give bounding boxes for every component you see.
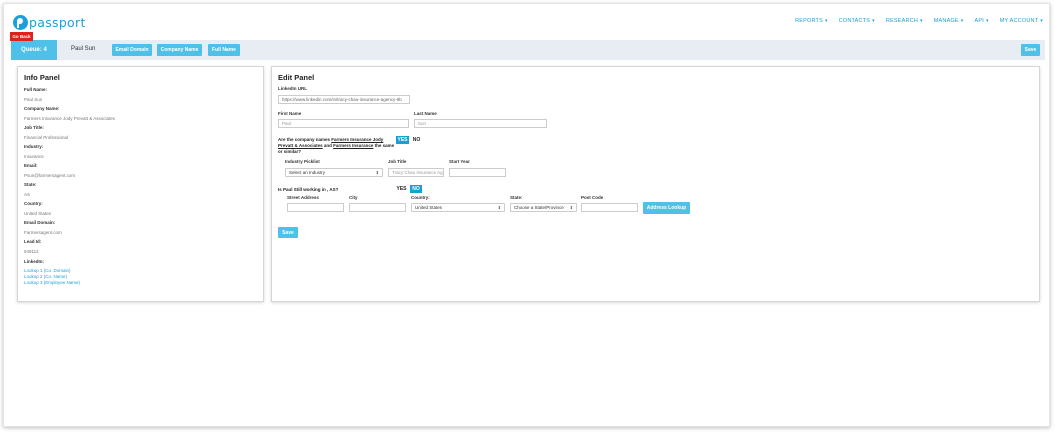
linkedin-label: LinkedIn:	[24, 259, 44, 264]
industry-value: Insurance	[24, 154, 44, 159]
post-code-label: Post Code	[581, 195, 604, 200]
state-select-value: Choose a State/Province	[514, 205, 564, 210]
job-title-value: Financial Professional	[24, 135, 69, 140]
still-working-yes-button[interactable]: YES	[395, 185, 408, 193]
street-address-label: Street Address	[287, 195, 319, 200]
post-code-input[interactable]	[581, 203, 638, 212]
company-match-yes-button[interactable]: YES	[396, 136, 409, 144]
country-label: Country:	[411, 195, 430, 200]
last-name-input[interactable]: Sun	[414, 119, 547, 128]
company-q-prefix: Are the company names	[278, 137, 332, 142]
company-name-label: Company Name:	[24, 106, 60, 111]
info-panel-title: Info Panel	[24, 73, 60, 82]
caret-down-icon: ▾	[872, 18, 875, 24]
last-name-label: Last Name	[414, 111, 437, 116]
company-name-button[interactable]: Company Name	[157, 44, 202, 56]
lead-id-label: Lead Id:	[24, 239, 42, 244]
main-nav: REPORTS ▾ CONTACTS ▾ RESEARCH ▾ MANAGE ▾ API…	[795, 18, 1043, 24]
nav-my-account[interactable]: MY ACCOUNT ▾	[1000, 18, 1043, 24]
brand-name: passport	[29, 14, 86, 30]
email-domain-button[interactable]: Email Domain	[112, 44, 152, 56]
company-q-name2: Farmers Insurance	[333, 143, 374, 148]
company-match-no-button[interactable]: NO	[411, 136, 422, 144]
email-value: Psun@farmersagent.com	[24, 173, 76, 178]
linkedin-url-input[interactable]: https://www.linkedin.com/in/tracy-chau-i…	[278, 95, 410, 104]
start-year-input[interactable]	[449, 168, 506, 177]
city-input[interactable]	[349, 203, 406, 212]
state-value: AS	[24, 192, 31, 197]
job-title-label: Job Title	[388, 159, 407, 164]
nav-api[interactable]: API ▾	[975, 18, 989, 24]
go-back-button[interactable]: Go Back	[10, 32, 33, 41]
caret-down-icon: ▾	[960, 18, 964, 24]
job-title-label: Job Title:	[24, 125, 44, 130]
full-name-value: Paul Sun	[24, 97, 43, 102]
nav-reports[interactable]: REPORTS ▾	[795, 18, 828, 24]
industry-select-value: Select an Industry	[289, 170, 326, 175]
state-label: State:	[24, 182, 37, 187]
still-working-question: Is Paul Still working in , AS?	[278, 187, 339, 192]
caret-down-icon: ▾	[920, 18, 923, 24]
queue-badge: Queue: 4	[11, 40, 57, 60]
nav-research-label: RESEARCH	[885, 18, 919, 24]
industry-label: Industry:	[24, 144, 44, 149]
email-domain-value: Farmersagent.com	[24, 230, 62, 235]
nav-api-label: API	[974, 18, 984, 24]
country-select-value: United States	[415, 205, 443, 210]
start-year-label: Start Year	[449, 159, 470, 164]
nav-manage[interactable]: MANAGE ▾	[934, 18, 964, 24]
brand-logo[interactable]: passport	[13, 14, 86, 30]
still-working-no-button[interactable]: NO	[410, 185, 422, 193]
full-name-button[interactable]: Full Name	[208, 44, 240, 56]
caret-down-icon: ▾	[824, 18, 828, 24]
action-bar: Queue: 4 Paul Sun Email Domain Company N…	[11, 40, 1045, 60]
edit-panel-title: Edit Panel	[278, 73, 315, 82]
nav-my-account-label: MY ACCOUNT	[999, 18, 1039, 24]
company-name-value: Farmers Insurance Jody Prevatt & Associa…	[24, 116, 116, 121]
lookup-employee-name-link[interactable]: Lookup 3 (Employee Name)	[24, 280, 80, 285]
edit-save-button[interactable]: Save	[278, 227, 298, 238]
nav-reports-label: REPORTS	[795, 18, 823, 24]
first-name-input[interactable]: Paul	[278, 119, 409, 128]
nav-manage-label: MANAGE	[933, 18, 959, 24]
nav-research[interactable]: RESEARCH ▾	[886, 18, 923, 24]
top-navbar: passport REPORTS ▾ CONTACTS ▾ RESEARCH ▾ MA…	[4, 4, 1049, 38]
passport-logo-icon	[13, 14, 28, 30]
lead-id-value: 949112	[24, 249, 39, 254]
linkedin-url-label: LinkedIn URL	[278, 86, 307, 91]
info-panel: Info Panel Full Name: Paul Sun Company N…	[17, 66, 264, 302]
caret-down-icon: ▾	[985, 18, 989, 24]
save-button[interactable]: Save	[1021, 44, 1040, 56]
nav-contacts[interactable]: CONTACTS ▾	[839, 18, 875, 24]
select-arrows-icon: ⬍	[497, 205, 501, 210]
nav-contacts-label: CONTACTS	[838, 18, 871, 24]
select-arrows-icon: ⬍	[375, 170, 379, 175]
street-address-input[interactable]	[287, 203, 344, 212]
industry-select[interactable]: Select an Industry ⬍	[285, 168, 383, 177]
state-select[interactable]: Choose a State/Province ⬍	[510, 203, 577, 212]
address-lookup-button[interactable]: Address Lookup	[643, 202, 690, 214]
full-name-label: Full Name:	[24, 87, 48, 92]
caret-down-icon: ▾	[1040, 18, 1043, 24]
country-label: Country:	[24, 201, 43, 206]
company-q-mid: and	[322, 143, 334, 148]
app-window: passport REPORTS ▾ CONTACTS ▾ RESEARCH ▾ MA…	[3, 3, 1050, 427]
select-arrows-icon: ⬍	[569, 205, 573, 210]
current-person-name: Paul Sun	[71, 46, 96, 52]
company-match-question: Are the company names Farmers Insurance …	[278, 137, 396, 155]
country-value: United States	[24, 211, 52, 216]
email-domain-label: Email Domain:	[24, 220, 56, 225]
city-label: City	[349, 195, 358, 200]
first-name-label: First Name	[278, 111, 302, 116]
state-label: State:	[510, 195, 523, 200]
lookup-co-name-link[interactable]: Lookup 2 (Co. Name)	[24, 274, 67, 279]
email-label: Email:	[24, 163, 38, 168]
lookup-co-domain-link[interactable]: Lookup 1 (Co. Domain)	[24, 268, 71, 273]
job-title-input[interactable]: Tracy Chau Insurance Ag	[388, 168, 444, 177]
country-select[interactable]: United States ⬍	[411, 203, 505, 212]
industry-picklist-label: Industry Picklist	[285, 159, 320, 164]
edit-panel: Edit Panel LinkedIn URL https://www.link…	[271, 66, 1040, 302]
